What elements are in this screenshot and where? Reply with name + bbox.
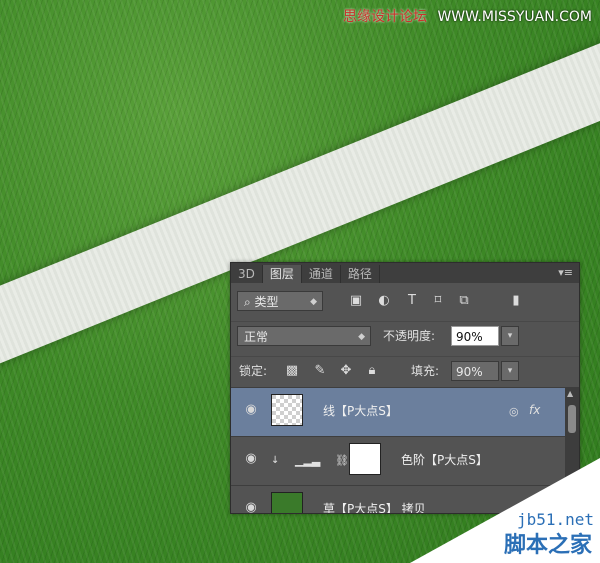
corner-watermark: jb51.net 脚本之家 bbox=[410, 458, 600, 563]
search-icon: ⌕ bbox=[244, 295, 255, 309]
opacity-input[interactable]: 90% bbox=[451, 326, 499, 346]
chevron-updown-icon: ◆ bbox=[358, 332, 365, 342]
adjustment-icon[interactable]: ◐ bbox=[375, 291, 393, 311]
blend-if-icon: ◎ bbox=[509, 405, 519, 418]
panel-menu-icon[interactable]: ▾≡ bbox=[558, 266, 573, 279]
smart-object-icon[interactable]: ⧉ bbox=[455, 291, 473, 311]
filter-kind-value: 类型 bbox=[254, 295, 279, 309]
toggle-filter-icon[interactable]: ▮ bbox=[507, 291, 525, 311]
mask-thumbnail bbox=[349, 443, 381, 475]
filter-kind-select[interactable]: ⌕ 类型 ◆ bbox=[237, 291, 323, 311]
lock-all-icon[interactable]: 🔒︎ bbox=[363, 361, 381, 381]
panel-tabs: 3D 图层 通道 路径 ▾≡ bbox=[231, 263, 579, 283]
lock-transparent-icon[interactable]: ▩ bbox=[283, 361, 301, 381]
opacity-dropdown-button[interactable]: ▾ bbox=[501, 326, 519, 346]
visibility-eye-icon[interactable]: ◉ bbox=[241, 402, 261, 420]
layer-name[interactable]: 线【P大点S】 bbox=[323, 402, 398, 419]
tab-channels[interactable]: 通道 bbox=[302, 265, 341, 283]
chain-link-icon: ⛓︎ bbox=[335, 454, 349, 467]
fx-icon[interactable]: fx bbox=[529, 400, 540, 420]
fill-input[interactable]: 90% bbox=[451, 361, 499, 381]
chevron-updown-icon: ◆ bbox=[310, 297, 317, 307]
top-watermark: 思缘设计论坛 WWW.MISSYUAN.COM bbox=[343, 6, 592, 26]
type-icon[interactable]: T bbox=[403, 291, 421, 311]
visibility-eye-icon[interactable]: ◉ bbox=[241, 451, 261, 469]
tab-layers[interactable]: 图层 bbox=[262, 265, 302, 283]
top-watermark-cn: 思缘设计论坛 bbox=[343, 9, 428, 25]
shape-icon[interactable]: ⌑ bbox=[429, 291, 447, 311]
lock-label: 锁定: bbox=[239, 364, 268, 378]
tab-3d[interactable]: 3D bbox=[231, 265, 263, 283]
layer-thumbnail bbox=[271, 492, 303, 513]
blend-mode-value: 正常 bbox=[244, 330, 269, 344]
clip-arrow-icon: ↓ bbox=[271, 455, 280, 466]
fill-dropdown-button[interactable]: ▾ bbox=[501, 361, 519, 381]
fill-label: 填充: bbox=[411, 364, 440, 378]
blend-mode-select[interactable]: 正常 ◆ bbox=[237, 326, 371, 346]
scroll-up-icon[interactable]: ▲ bbox=[567, 389, 573, 398]
visibility-eye-icon[interactable]: ◉ bbox=[241, 500, 261, 513]
layer-row-line[interactable]: ◉ 线【P大点S】 ◎ fx bbox=[231, 387, 565, 436]
lock-row: 锁定: ▩ ✎ ✥ 🔒︎ 填充: 90% ▾ bbox=[231, 356, 579, 385]
blend-row: 正常 ◆ 不透明度: 90% ▾ bbox=[231, 321, 579, 350]
scrollbar-thumb[interactable] bbox=[568, 405, 576, 433]
tab-paths[interactable]: 路径 bbox=[341, 265, 380, 283]
top-watermark-url: WWW.MISSYUAN.COM bbox=[437, 9, 592, 25]
filter-row: ⌕ 类型 ◆ ▣ ◐ T ⌑ ⧉ ▮ bbox=[231, 287, 579, 315]
image-icon[interactable]: ▣ bbox=[347, 291, 365, 311]
corner-site-name: 脚本之家 bbox=[503, 533, 592, 558]
lock-move-icon[interactable]: ✥ bbox=[337, 361, 355, 381]
layer-thumbnail bbox=[271, 394, 303, 426]
levels-adjustment-icon: ▁▂▃ bbox=[295, 454, 321, 467]
lock-paint-icon[interactable]: ✎ bbox=[311, 361, 329, 381]
opacity-label: 不透明度: bbox=[383, 329, 436, 343]
